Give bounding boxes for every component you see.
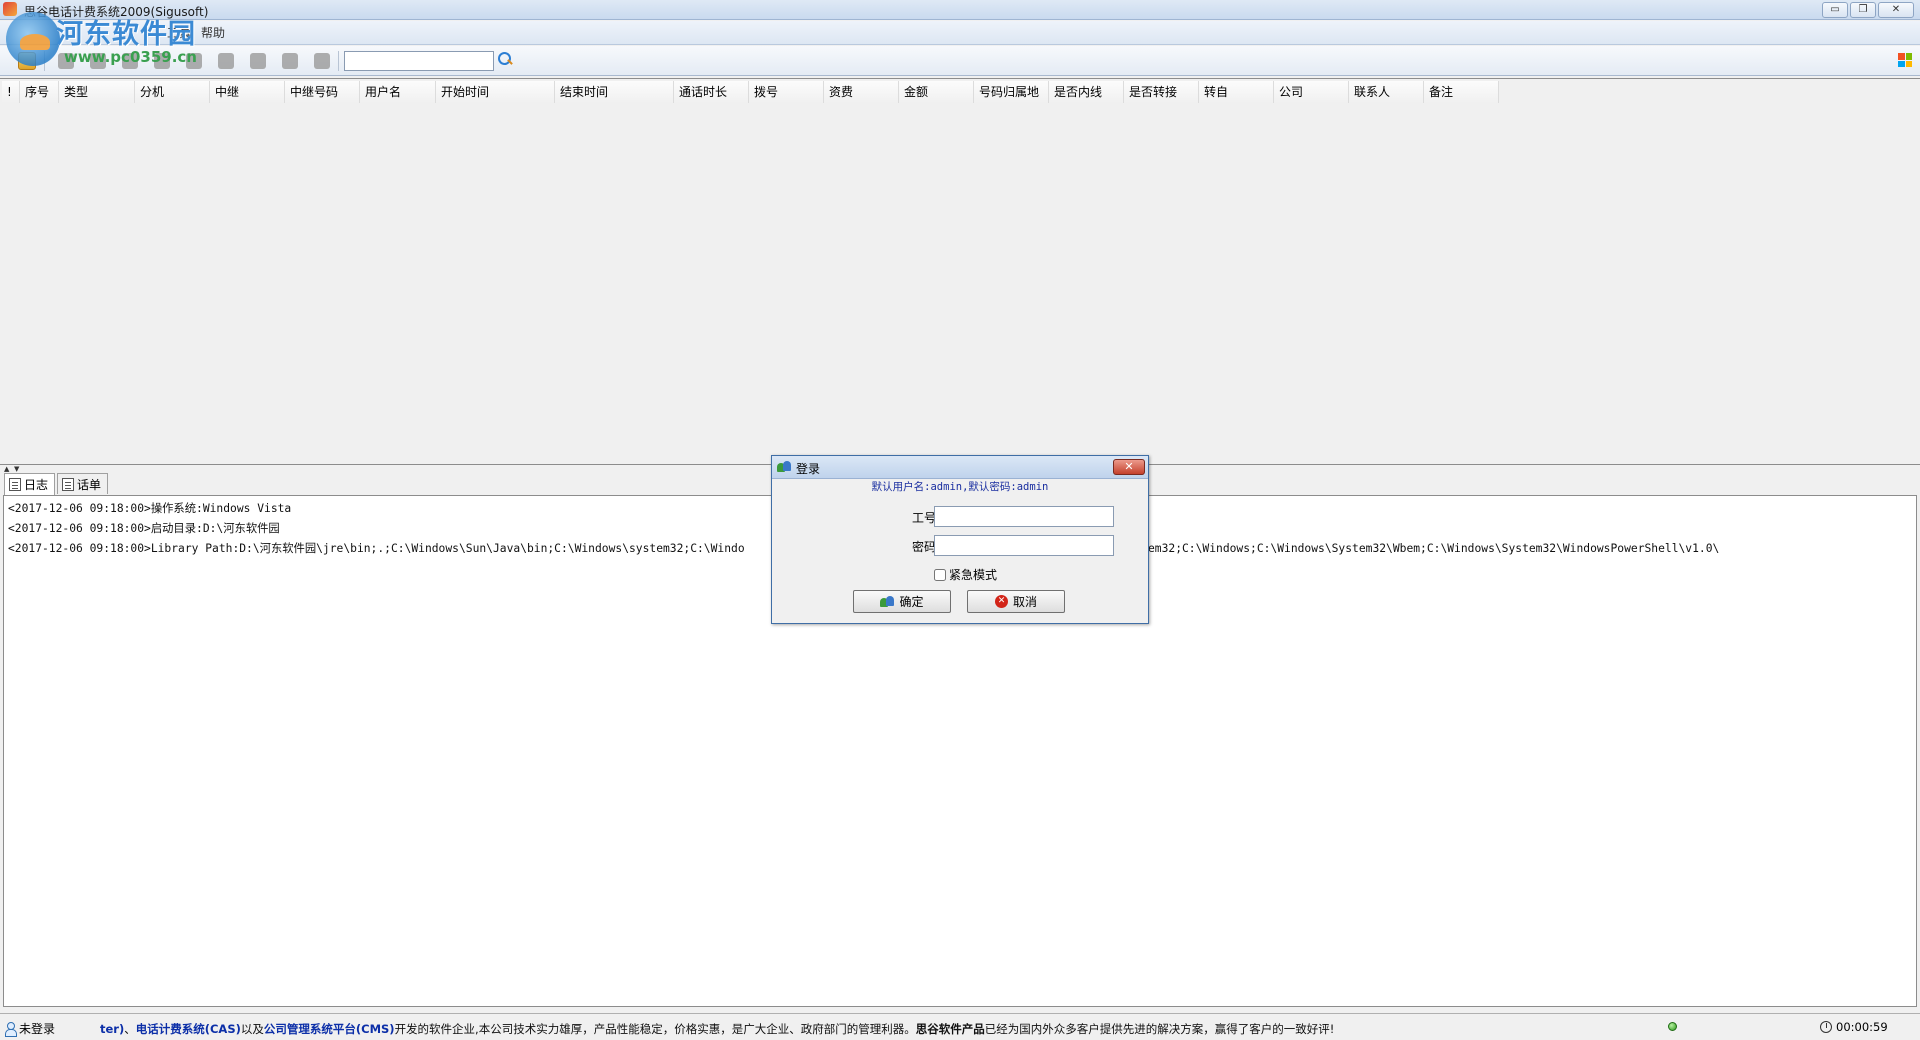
ticker-part: 电话计费系统(CAS) — [135, 1022, 241, 1036]
column-header-notes[interactable]: 备注 — [1424, 81, 1499, 103]
tab-log[interactable]: 日志 — [4, 473, 56, 495]
collapse-up-icon[interactable]: ▲ — [4, 465, 9, 473]
scrolling-ticker: ter)、电话计费系统(CAS)以及公司管理系统平台(CMS)开发的软件企业,本… — [100, 1021, 1334, 1037]
tag-icon[interactable] — [186, 53, 202, 69]
column-header-contact[interactable]: 联系人 — [1349, 81, 1424, 103]
column-header-internal[interactable]: 是否内线 — [1049, 81, 1124, 103]
ticker-part: 公司管理系统平台(CMS) — [263, 1022, 395, 1036]
ok-button-label: 确定 — [899, 595, 924, 609]
session-timer-text: 00:00:59 — [1836, 1020, 1888, 1034]
ticker-part: 已经为国内外众多客户提供先进的解决方案，赢得了客户的一致好评! — [984, 1022, 1335, 1036]
close-window-button[interactable]: ✕ — [1878, 2, 1914, 18]
user-icon — [4, 1021, 17, 1037]
column-header-extension[interactable]: 分机 — [135, 81, 210, 103]
minimize-button[interactable]: ▭ — [1822, 2, 1848, 18]
column-header-end-time[interactable]: 结束时间 — [555, 81, 674, 103]
column-header-type[interactable]: 类型 — [59, 81, 135, 103]
records-icon — [62, 477, 75, 491]
window-title: 思谷电话计费系统2009(Sigusoft) — [24, 5, 209, 19]
column-header-trunk-number[interactable]: 中继号码 — [285, 81, 360, 103]
toolbar-separator — [44, 51, 45, 71]
column-header-amount[interactable]: 金额 — [899, 81, 974, 103]
title-bar: 思谷电话计费系统2009(Sigusoft) ▭ ❐ ✕ — [0, 0, 1920, 20]
column-header-location[interactable]: 号码归属地 — [974, 81, 1049, 103]
column-header-start-time[interactable]: 开始时间 — [436, 81, 555, 103]
open-toolbar-button[interactable] — [18, 52, 36, 70]
password-label: 密码 — [911, 540, 936, 554]
employee-id-input[interactable] — [934, 506, 1114, 527]
ticker-part: ter) — [100, 1022, 125, 1036]
restore-button[interactable]: ❐ — [1850, 2, 1876, 18]
login-status: 未登录 — [4, 1020, 55, 1037]
column-header-from[interactable]: 转自 — [1199, 81, 1274, 103]
window-controls: ▭ ❐ ✕ — [1822, 2, 1914, 18]
log-line-start: <2017-12-06 09:18:00>Library Path:D:\河东软… — [8, 542, 745, 555]
table-header: ! 序号 类型 分机 中继 中继号码 用户名 开始时间 结束时间 通话时长 拨号… — [2, 81, 1499, 103]
ticker-part: 以及 — [240, 1022, 264, 1036]
cancel-button-label: 取消 — [1012, 595, 1037, 609]
bottom-tabs: 日志 话单 — [4, 473, 110, 495]
column-header-index[interactable]: 序号 — [20, 81, 59, 103]
app-icon — [3, 2, 17, 16]
search-icon[interactable] — [498, 52, 512, 66]
password-input[interactable] — [934, 535, 1114, 556]
emergency-mode-checkbox-row[interactable]: 紧急模式 — [934, 566, 997, 583]
chart-icon[interactable] — [218, 53, 234, 69]
login-status-text: 未登录 — [19, 1022, 56, 1036]
column-header-flag[interactable]: ! — [2, 81, 20, 103]
list-icon[interactable] — [90, 53, 106, 69]
tools-icon[interactable] — [58, 53, 74, 69]
default-credentials-hint: 默认用户名:admin,默认密码:admin — [871, 481, 1049, 493]
cancel-button[interactable]: ✕ 取消 — [967, 590, 1065, 613]
column-header-rate[interactable]: 资费 — [824, 81, 899, 103]
log-line-tail: em32;C:\Windows;C:\Windows\System32\Wbem… — [1148, 542, 1720, 555]
toolbar — [0, 46, 1920, 76]
tab-log-label: 日志 — [24, 478, 49, 492]
cancel-icon: ✕ — [994, 595, 1008, 608]
users-icon[interactable] — [282, 53, 298, 69]
windows-logo-icon — [1898, 53, 1912, 67]
ok-button[interactable]: 确定 — [853, 590, 951, 613]
tab-call-records[interactable]: 话单 — [57, 473, 109, 494]
table-icon[interactable] — [250, 53, 266, 69]
employee-id-label: 工号 — [911, 511, 936, 525]
folder-icon[interactable] — [122, 53, 138, 69]
column-header-company[interactable]: 公司 — [1274, 81, 1349, 103]
users-icon — [777, 460, 791, 474]
dialog-title: 登录 — [796, 462, 821, 476]
ticker-part: 、 — [124, 1022, 136, 1036]
connection-status-icon — [1668, 1022, 1677, 1031]
phone-icon[interactable] — [314, 53, 330, 69]
menu-tools[interactable]: 工具 — [160, 24, 198, 41]
emergency-mode-checkbox[interactable] — [934, 568, 946, 581]
call-records-table[interactable]: ! 序号 类型 分机 中继 中继号码 用户名 开始时间 结束时间 通话时长 拨号… — [0, 78, 1920, 465]
ticker-part: 开发的软件企业,本公司技术实力雄厚，产品性能稳定，价格实惠，是广大企业、政府部门… — [394, 1022, 916, 1036]
column-header-transferred[interactable]: 是否转接 — [1124, 81, 1199, 103]
dialog-close-button[interactable]: ✕ — [1113, 459, 1145, 475]
column-header-duration[interactable]: 通话时长 — [674, 81, 749, 103]
toolbar-separator — [338, 51, 339, 71]
column-header-dialed[interactable]: 拨号 — [749, 81, 824, 103]
confirm-icon — [880, 595, 895, 608]
emergency-mode-label: 紧急模式 — [949, 568, 998, 582]
search-input[interactable] — [344, 51, 494, 71]
status-bar: 未登录 ter)、电话计费系统(CAS)以及公司管理系统平台(CMS)开发的软件… — [0, 1013, 1920, 1040]
menu-help[interactable]: 帮助 — [194, 24, 232, 41]
download-icon[interactable] — [154, 53, 170, 69]
column-header-username[interactable]: 用户名 — [360, 81, 436, 103]
ticker-part: 思谷软件产品 — [915, 1022, 985, 1036]
dialog-title-bar[interactable]: 登录 ✕ — [772, 456, 1148, 479]
column-header-trunk[interactable]: 中继 — [210, 81, 285, 103]
clock-icon — [1820, 1021, 1832, 1033]
tab-call-records-label: 话单 — [77, 477, 102, 492]
menu-bar: 工具 帮助 — [0, 21, 1920, 45]
session-timer: 00:00:59 — [1820, 1020, 1888, 1034]
login-dialog: 登录 ✕ 默认用户名:admin,默认密码:admin 工号 密码 紧急模式 确… — [771, 455, 1149, 624]
log-icon — [9, 478, 21, 491]
collapse-down-icon[interactable]: ▼ — [14, 465, 19, 473]
